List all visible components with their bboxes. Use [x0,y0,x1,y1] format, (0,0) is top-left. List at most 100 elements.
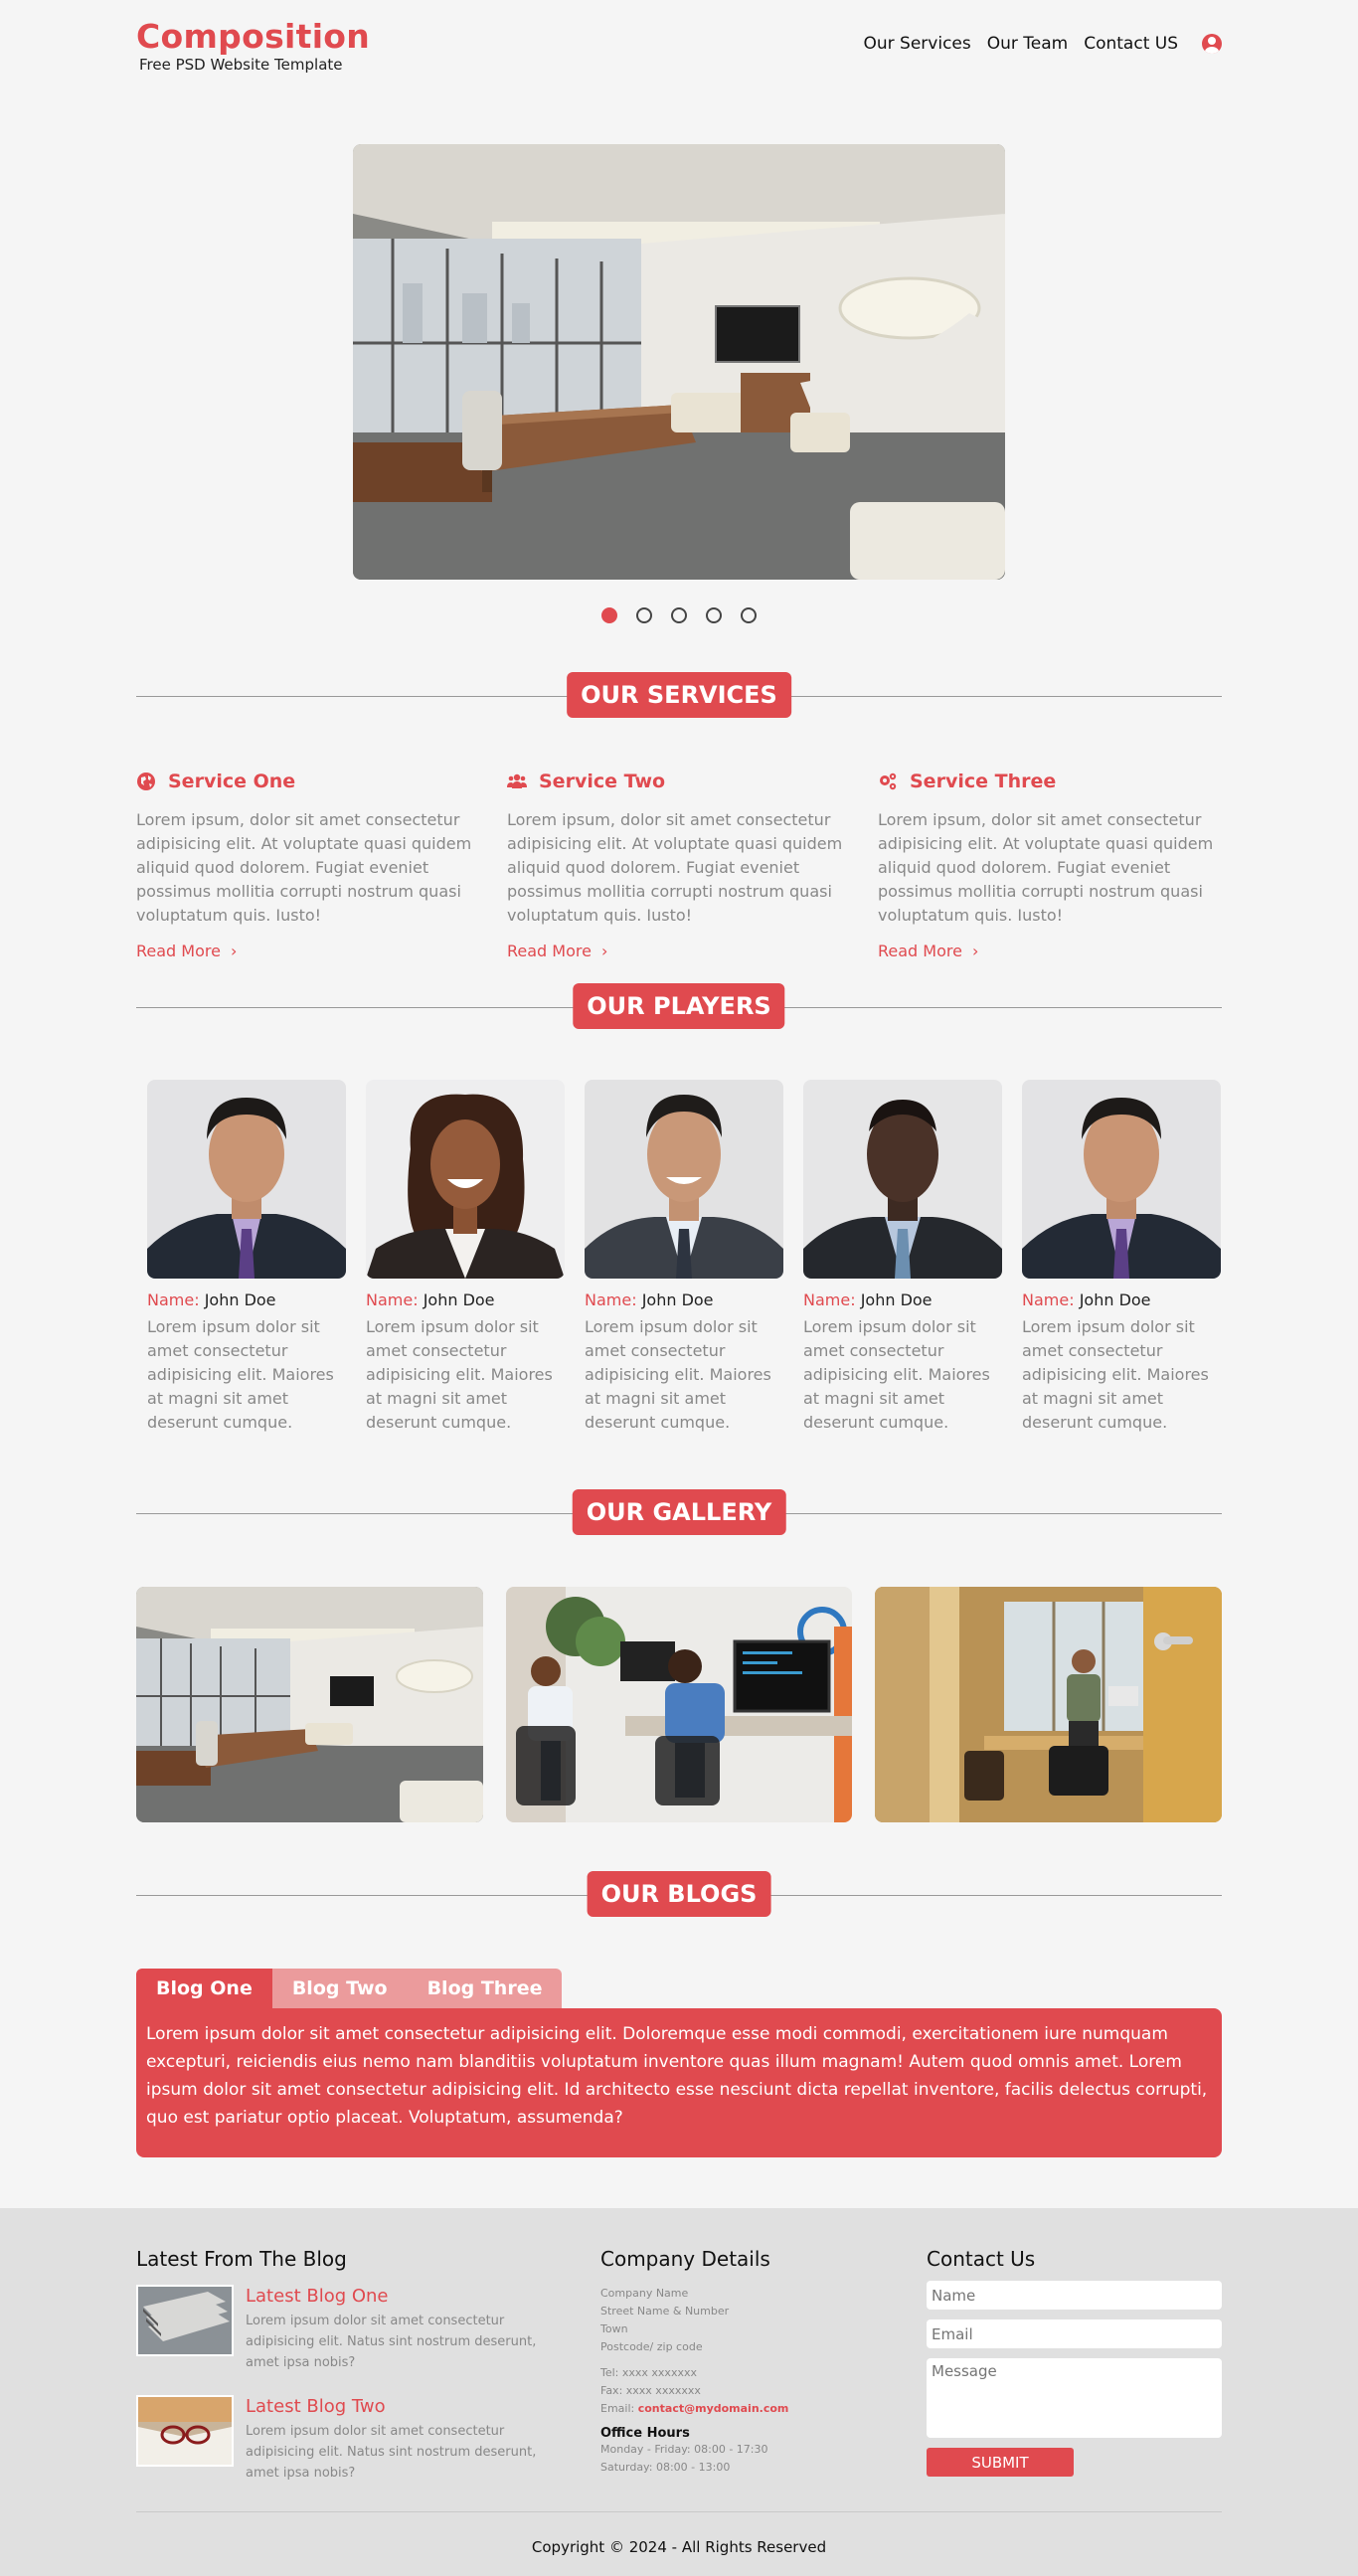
footer-blog-post-title[interactable]: Latest Blog One [246,2285,564,2309]
player-name-value: John Doe [423,1290,495,1309]
player-photo [585,1080,783,1279]
chevron-right-icon: › [971,942,979,960]
chevron-right-icon: › [600,942,608,960]
service-title: Service Two [539,771,666,792]
players-list: Name: John Doe Lorem ipsum dolor sit ame… [147,1080,1222,1435]
read-more-link[interactable]: Read More › [136,942,237,960]
footer-blog-post: Latest Blog Two Lorem ipsum dolor sit am… [136,2395,564,2484]
blog-post-thumbnail[interactable] [136,2285,234,2356]
contact-email-field[interactable] [927,2319,1222,2348]
users-icon [507,773,527,788]
service-text: Lorem ipsum, dolor sit amet consectetur … [878,810,1214,925]
blog-tabs: Blog One Blog Two Blog Three [136,1969,563,2008]
company-street: Street Name & Number [600,2305,730,2318]
submit-button[interactable]: SUBMIT [927,2448,1074,2477]
player-name-label: Name: [366,1290,419,1309]
slider-dot-1[interactable] [601,607,617,623]
service-title: Service Three [910,771,1057,792]
nav-contact-us[interactable]: Contact US [1084,34,1178,54]
player-photo [147,1080,346,1279]
player-name-label: Name: [1022,1290,1075,1309]
services-title: OUR SERVICES [567,672,791,718]
service-text: Lorem ipsum, dolor sit amet consectetur … [136,810,472,925]
blogs-heading: OUR BLOGS [136,1871,1222,1919]
blogs-title: OUR BLOGS [587,1871,771,1917]
slider-dot-2[interactable] [636,607,652,623]
read-more-link[interactable]: Read More › [878,942,978,960]
gallery-heading: OUR GALLERY [136,1489,1222,1537]
contact-message-field[interactable] [927,2358,1222,2438]
copyright-text: Copyright © 2024 - All Rights Reserved [531,2538,827,2556]
gallery-image-meeting-room[interactable] [875,1587,1223,1822]
player-text: Lorem ipsum dolor sit amet consectetur a… [147,1317,334,1432]
player-photo [366,1080,565,1279]
player-name: Name: John Doe [803,1290,1002,1309]
site-header: Composition Free PSD Website Template Ou… [136,0,1222,119]
gallery-image-workspace[interactable] [505,1587,853,1822]
brand[interactable]: Composition Free PSD Website Template [136,18,370,75]
players-title: OUR PLAYERS [573,983,785,1029]
player-text: Lorem ipsum dolor sit amet consectetur a… [585,1317,771,1432]
slider-dot-3[interactable] [671,607,687,623]
service-text: Lorem ipsum, dolor sit amet consectetur … [507,810,843,925]
office-hours-title: Office Hours [600,2426,690,2441]
gears-icon [880,773,897,790]
contact-name-field[interactable] [927,2281,1222,2310]
player-name: Name: John Doe [147,1290,346,1309]
players-heading: OUR PLAYERS [136,983,1222,1031]
site-footer: Latest From The Blog Latest Blog One Lor… [0,2208,1358,2576]
slider-dot-4[interactable] [706,607,722,623]
tab-blog-three[interactable]: Blog Three [407,1969,563,2008]
office-hours-weekdays: Monday - Friday: 08:00 - 17:30 [600,2443,768,2456]
gallery-grid [136,1587,1223,1822]
player-card: Name: John Doe Lorem ipsum dolor sit ame… [585,1080,783,1435]
player-card: Name: John Doe Lorem ipsum dolor sit ame… [147,1080,346,1435]
player-text: Lorem ipsum dolor sit amet consectetur a… [1022,1317,1209,1432]
nav-our-services[interactable]: Our Services [864,34,971,54]
globe-icon [137,773,155,790]
tab-blog-two[interactable]: Blog Two [271,1969,408,2008]
brand-title[interactable]: Composition [136,18,370,56]
footer-blog-post-text: Lorem ipsum dolor sit amet consectetur a… [246,2314,537,2370]
service-title: Service One [168,771,296,792]
company-tel: Tel: xxxx xxxxxxx [600,2366,697,2379]
tab-blog-one[interactable]: Blog One [136,1969,272,2008]
company-email-label: Email: [600,2402,638,2415]
chevron-right-icon: › [230,942,238,960]
gallery-image-office[interactable] [136,1587,483,1822]
player-name-label: Name: [585,1290,637,1309]
footer-contact-title: Contact Us [927,2247,1036,2271]
nav-our-team[interactable]: Our Team [987,34,1068,54]
player-name: Name: John Doe [585,1290,783,1309]
player-name-value: John Doe [204,1290,276,1309]
main-nav: Our Services Our Team Contact US [848,34,1222,54]
footer-blog-post-title[interactable]: Latest Blog Two [246,2395,564,2419]
service-card: Service One Lorem ipsum, dolor sit amet … [136,767,480,960]
hero-slide-image [353,144,1005,580]
player-card: Name: John Doe Lorem ipsum dolor sit ame… [803,1080,1002,1435]
read-more-link[interactable]: Read More › [507,942,607,960]
company-email-link[interactable]: contact@mydomain.com [638,2402,789,2415]
user-circle-icon[interactable] [1202,34,1222,54]
read-more-label: Read More [136,942,221,960]
player-name-label: Name: [803,1290,856,1309]
services-heading: OUR SERVICES [136,672,1222,720]
player-name-label: Name: [147,1290,200,1309]
player-photo [803,1080,1002,1279]
brand-subtitle: Free PSD Website Template [139,56,343,74]
service-card: Service Two Lorem ipsum, dolor sit amet … [507,767,851,960]
blog-post-thumbnail[interactable] [136,2395,234,2467]
footer-company-details: Company Details Company Name Street Name… [600,2247,879,2477]
gallery-title: OUR GALLERY [572,1489,786,1535]
company-name: Company Name [600,2287,689,2300]
footer-contact-form: Contact Us SUBMIT [927,2247,1222,2477]
service-card: Service Three Lorem ipsum, dolor sit ame… [878,767,1222,960]
slider-dot-5[interactable] [741,607,757,623]
player-name: Name: John Doe [366,1290,565,1309]
footer-latest-blog: Latest From The Blog Latest Blog One Lor… [136,2247,564,2484]
company-town: Town [600,2322,628,2335]
read-more-label: Read More [507,942,592,960]
read-more-label: Read More [878,942,962,960]
player-photo [1022,1080,1221,1279]
footer-company-title: Company Details [600,2247,770,2271]
